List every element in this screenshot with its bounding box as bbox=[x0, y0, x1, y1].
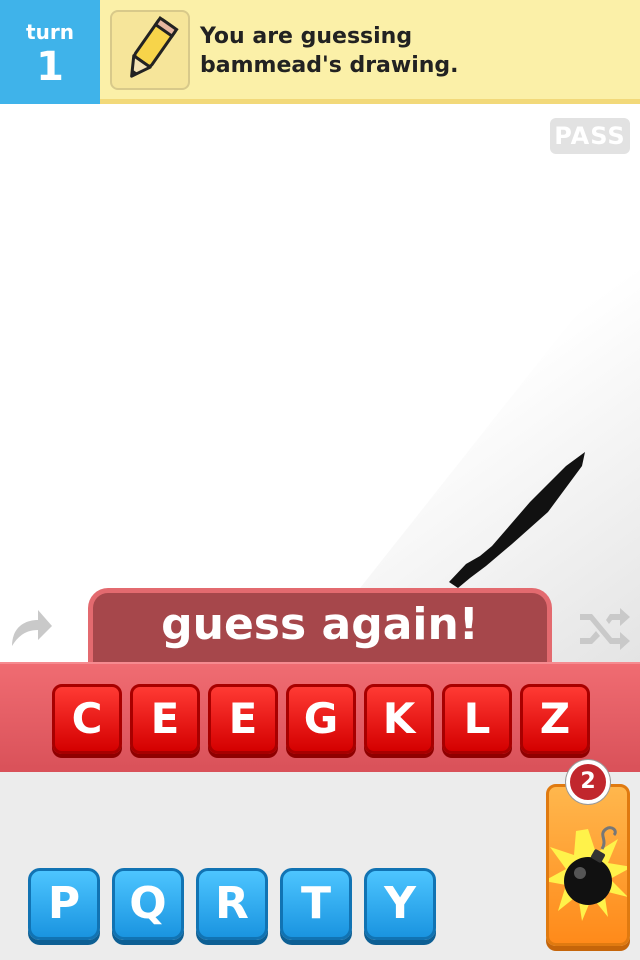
bomb-count-badge: 2 bbox=[566, 760, 610, 804]
answer-bar: C E E G K L Z bbox=[0, 662, 640, 772]
header-message-bar: You are guessing bammead's drawing. bbox=[100, 0, 640, 104]
header-message-line2: bammead's drawing. bbox=[200, 53, 459, 78]
pencil-icon bbox=[110, 10, 190, 90]
turn-number: 1 bbox=[36, 44, 64, 90]
letter-tile[interactable]: R bbox=[196, 868, 268, 940]
guess-drawing bbox=[449, 452, 585, 588]
bomb-icon bbox=[544, 826, 632, 921]
answer-tile[interactable]: K bbox=[364, 684, 434, 754]
redo-arrow-icon[interactable] bbox=[6, 606, 54, 652]
letter-tile[interactable]: Y bbox=[364, 868, 436, 940]
letter-tray: P Q R T Y bbox=[0, 772, 640, 960]
drawing-canvas: PASS bbox=[0, 104, 640, 664]
letter-tile[interactable]: T bbox=[280, 868, 352, 940]
answer-tile[interactable]: E bbox=[208, 684, 278, 754]
turn-label: turn bbox=[26, 20, 74, 44]
header-message-line1: You are guessing bbox=[200, 24, 413, 49]
answer-tile[interactable]: Z bbox=[520, 684, 590, 754]
letter-tile[interactable]: P bbox=[28, 868, 100, 940]
turn-indicator: turn 1 bbox=[0, 0, 100, 104]
letter-tile[interactable]: Q bbox=[112, 868, 184, 940]
header-message: You are guessing bammead's drawing. bbox=[200, 22, 620, 80]
answer-tile[interactable]: G bbox=[286, 684, 356, 754]
answer-tile[interactable]: L bbox=[442, 684, 512, 754]
answer-tile[interactable]: C bbox=[52, 684, 122, 754]
guess-status-banner: guess again! bbox=[88, 588, 552, 666]
bomb-button[interactable] bbox=[544, 784, 632, 946]
shuffle-icon[interactable] bbox=[576, 604, 632, 650]
answer-tile[interactable]: E bbox=[130, 684, 200, 754]
guess-status-text: guess again! bbox=[161, 599, 479, 650]
